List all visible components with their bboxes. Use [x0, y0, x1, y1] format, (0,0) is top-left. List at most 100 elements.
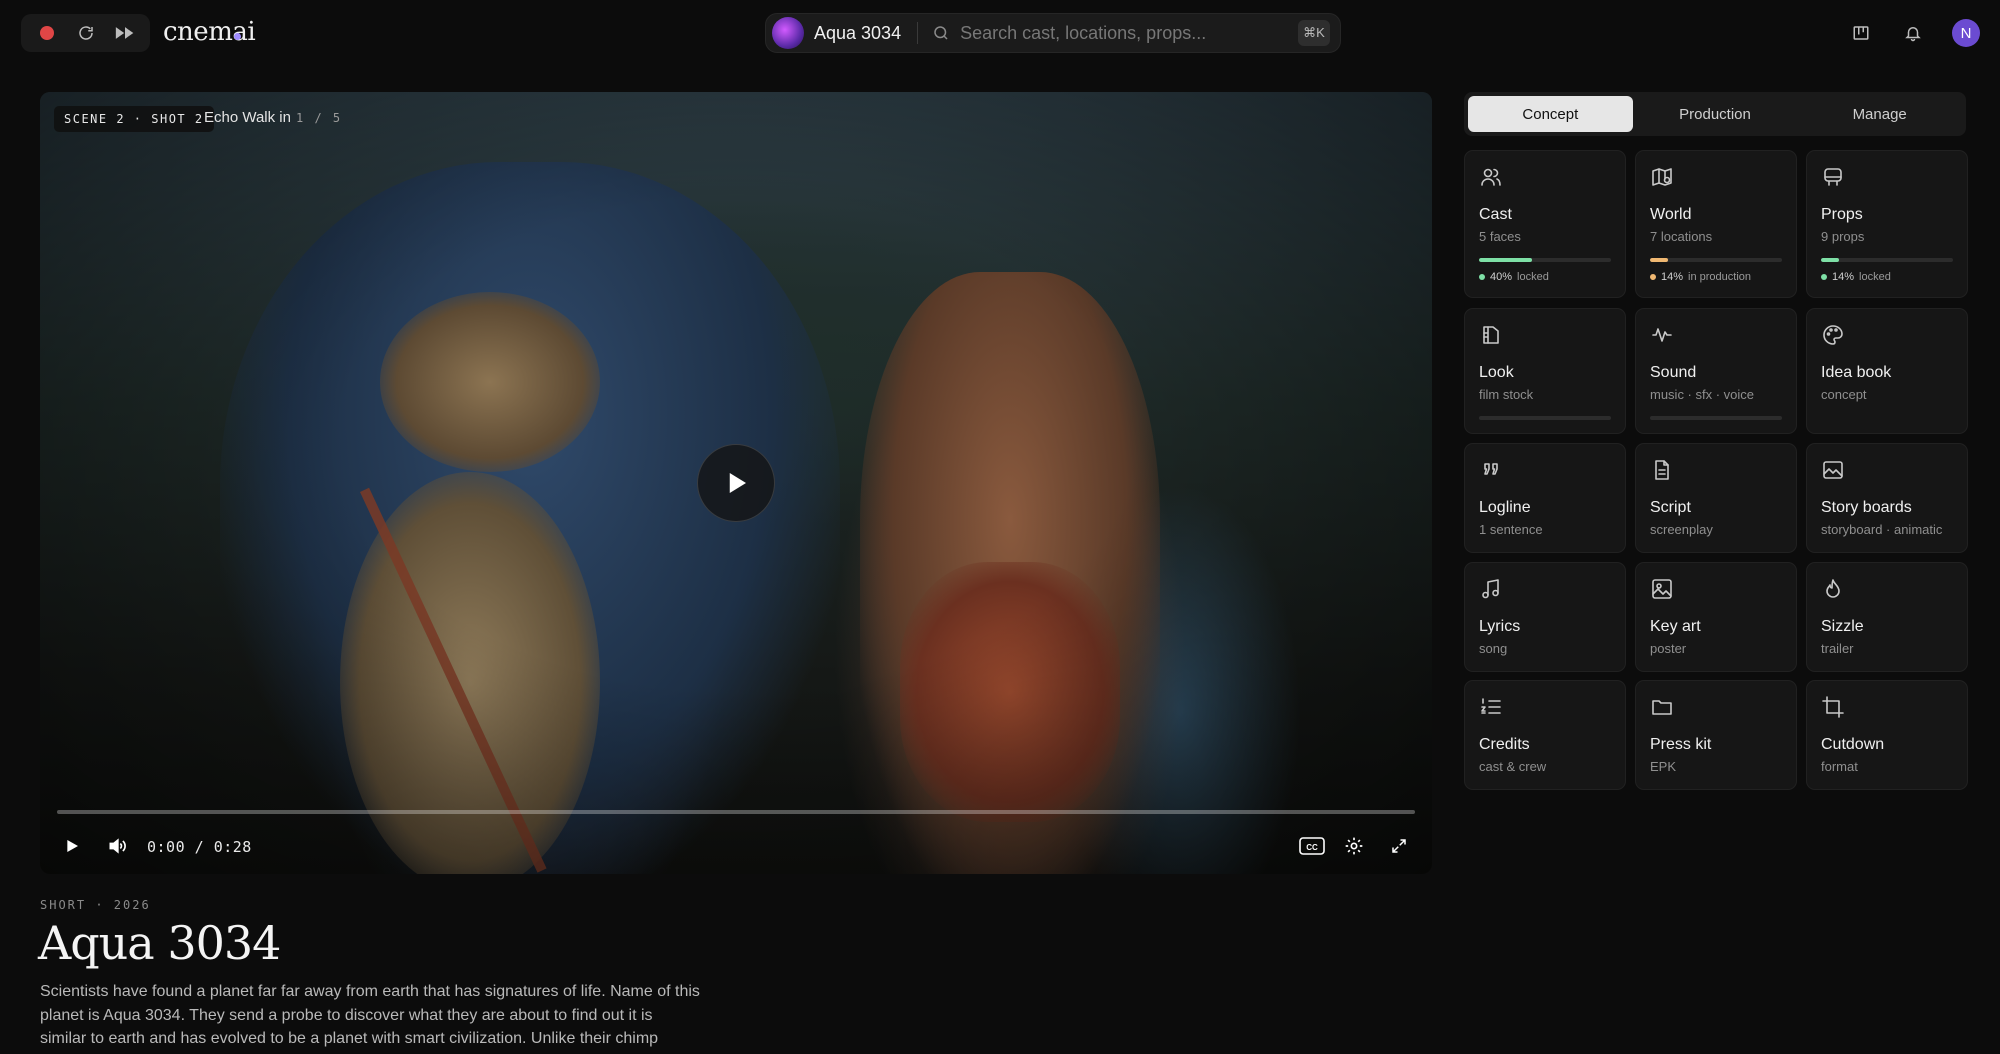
project-thumbnail[interactable] — [772, 17, 804, 49]
fullscreen-button[interactable] — [1385, 832, 1413, 860]
document-icon — [1655, 460, 1669, 480]
card-title: Sizzle — [1821, 618, 1864, 635]
closed-captions-icon: CC — [1299, 837, 1325, 855]
card-story-boards[interactable]: Story boards storyboard · animatic — [1806, 443, 1968, 553]
transport-controls — [21, 14, 150, 52]
card-sound[interactable]: Sound music · sfx · voice — [1635, 308, 1797, 434]
film-stock-icon — [1483, 326, 1499, 344]
refresh-icon — [78, 26, 93, 40]
card-title: Story boards — [1821, 499, 1912, 516]
card-key-art[interactable]: Key art poster — [1635, 562, 1797, 672]
card-idea-book[interactable]: Idea book concept — [1806, 308, 1968, 434]
card-title: Props — [1821, 206, 1863, 223]
status-value: 14% — [1661, 271, 1684, 283]
crop-icon — [1822, 696, 1844, 718]
project-search-bar: Aqua 3034 ⌘K — [765, 13, 1341, 53]
card-status: 14% in production — [1650, 271, 1782, 283]
card-subtitle: 9 props — [1821, 229, 1865, 244]
card-title: Key art — [1650, 618, 1701, 635]
card-title: World — [1650, 206, 1692, 223]
progress-bar[interactable] — [57, 810, 1415, 814]
fast-forward-button[interactable] — [109, 17, 141, 49]
folder-icon — [1652, 700, 1672, 715]
tab-manage[interactable]: Manage — [1797, 96, 1962, 132]
card-credits[interactable]: Credits cast & crew — [1464, 680, 1626, 790]
cast-icon — [1481, 168, 1501, 186]
card-cast[interactable]: Cast 5 faces 40% locked — [1464, 150, 1626, 298]
play-button[interactable] — [58, 832, 86, 860]
card-progress-fill — [1479, 258, 1532, 262]
card-world[interactable]: World 7 locations 14% in production — [1635, 150, 1797, 298]
brand-logo[interactable]: cnemai — [163, 17, 256, 47]
search-input[interactable] — [960, 22, 1298, 44]
world-map-icon — [1652, 168, 1672, 186]
card-press-kit[interactable]: Press kit EPK — [1635, 680, 1797, 790]
card-status: 40% locked — [1479, 271, 1611, 283]
refresh-button[interactable] — [70, 17, 102, 49]
card-progress-bar — [1650, 258, 1782, 262]
card-subtitle: storyboard · animatic — [1821, 522, 1943, 537]
props-icon — [1824, 168, 1842, 186]
notifications-button[interactable] — [1900, 20, 1926, 46]
card-subtitle: 7 locations — [1650, 229, 1713, 244]
card-script[interactable]: Script screenplay — [1635, 443, 1797, 553]
status-text: locked — [1859, 271, 1891, 283]
scene-badge: SCENE 2 · SHOT 2 — [54, 106, 214, 132]
shot-title: Echo Walk in — [204, 109, 291, 126]
divider — [917, 22, 919, 44]
kanban-icon — [1853, 26, 1869, 40]
card-subtitle: film stock — [1479, 387, 1534, 402]
card-title: Lyrics — [1479, 618, 1521, 635]
film-meta: SHORT · 2026 — [40, 898, 151, 912]
card-title: Script — [1650, 499, 1691, 516]
card-sizzle[interactable]: Sizzle trailer — [1806, 562, 1968, 672]
status-dot — [1650, 274, 1656, 280]
volume-button[interactable] — [103, 832, 131, 860]
card-subtitle: music · sfx · voice — [1650, 387, 1755, 402]
captions-button[interactable]: CC — [1298, 832, 1326, 860]
project-name[interactable]: Aqua 3034 — [814, 23, 901, 44]
card-title: Cast — [1479, 206, 1512, 223]
card-status: 14% locked — [1821, 271, 1953, 283]
volume-icon — [109, 838, 126, 854]
search-icon — [934, 26, 948, 40]
big-play-button[interactable] — [697, 444, 775, 522]
card-cutdown[interactable]: Cutdown format — [1806, 680, 1968, 790]
card-subtitle: 5 faces — [1479, 229, 1521, 244]
bell-icon — [1905, 27, 1921, 42]
card-props[interactable]: Props 9 props 14% locked — [1806, 150, 1968, 298]
record-button[interactable] — [31, 17, 63, 49]
board-button[interactable] — [1848, 20, 1874, 46]
card-lyrics[interactable]: Lyrics song — [1464, 562, 1626, 672]
sound-wave-icon — [1652, 328, 1672, 342]
tab-production[interactable]: Production — [1633, 96, 1798, 132]
card-subtitle: cast & crew — [1479, 759, 1547, 774]
card-subtitle: format — [1821, 759, 1858, 774]
film-synopsis: Scientists have found a planet far far a… — [40, 983, 700, 1047]
card-progress-fill — [1821, 258, 1840, 262]
video-player[interactable]: SCENE 2 · SHOT 2 Echo Walk in 1 / 5 0:00… — [40, 92, 1432, 874]
card-subtitle: song — [1479, 641, 1508, 656]
card-subtitle: EPK — [1650, 759, 1677, 774]
card-subtitle: screenplay — [1650, 522, 1713, 537]
flame-icon — [1826, 579, 1840, 598]
user-avatar[interactable]: N — [1952, 19, 1980, 47]
palette-icon — [1823, 325, 1843, 345]
play-icon — [67, 840, 78, 852]
quote-icon — [1484, 463, 1498, 475]
tab-concept[interactable]: Concept — [1468, 96, 1633, 132]
card-title: Logline — [1479, 499, 1531, 516]
status-text: in production — [1688, 271, 1752, 283]
card-progress-bar — [1821, 258, 1953, 262]
gear-icon — [1345, 837, 1363, 855]
card-logline[interactable]: Logline 1 sentence — [1464, 443, 1626, 553]
card-look[interactable]: Look film stock — [1464, 308, 1626, 434]
image-icon — [1652, 579, 1672, 599]
shortcut-hint: ⌘K — [1298, 20, 1330, 46]
card-subtitle: poster — [1650, 641, 1687, 656]
card-title: Cutdown — [1821, 736, 1885, 753]
card-progress-bar — [1650, 416, 1782, 420]
card-progress-fill — [1650, 258, 1669, 262]
settings-button[interactable] — [1340, 832, 1368, 860]
top-right-actions: N — [1848, 19, 1980, 47]
